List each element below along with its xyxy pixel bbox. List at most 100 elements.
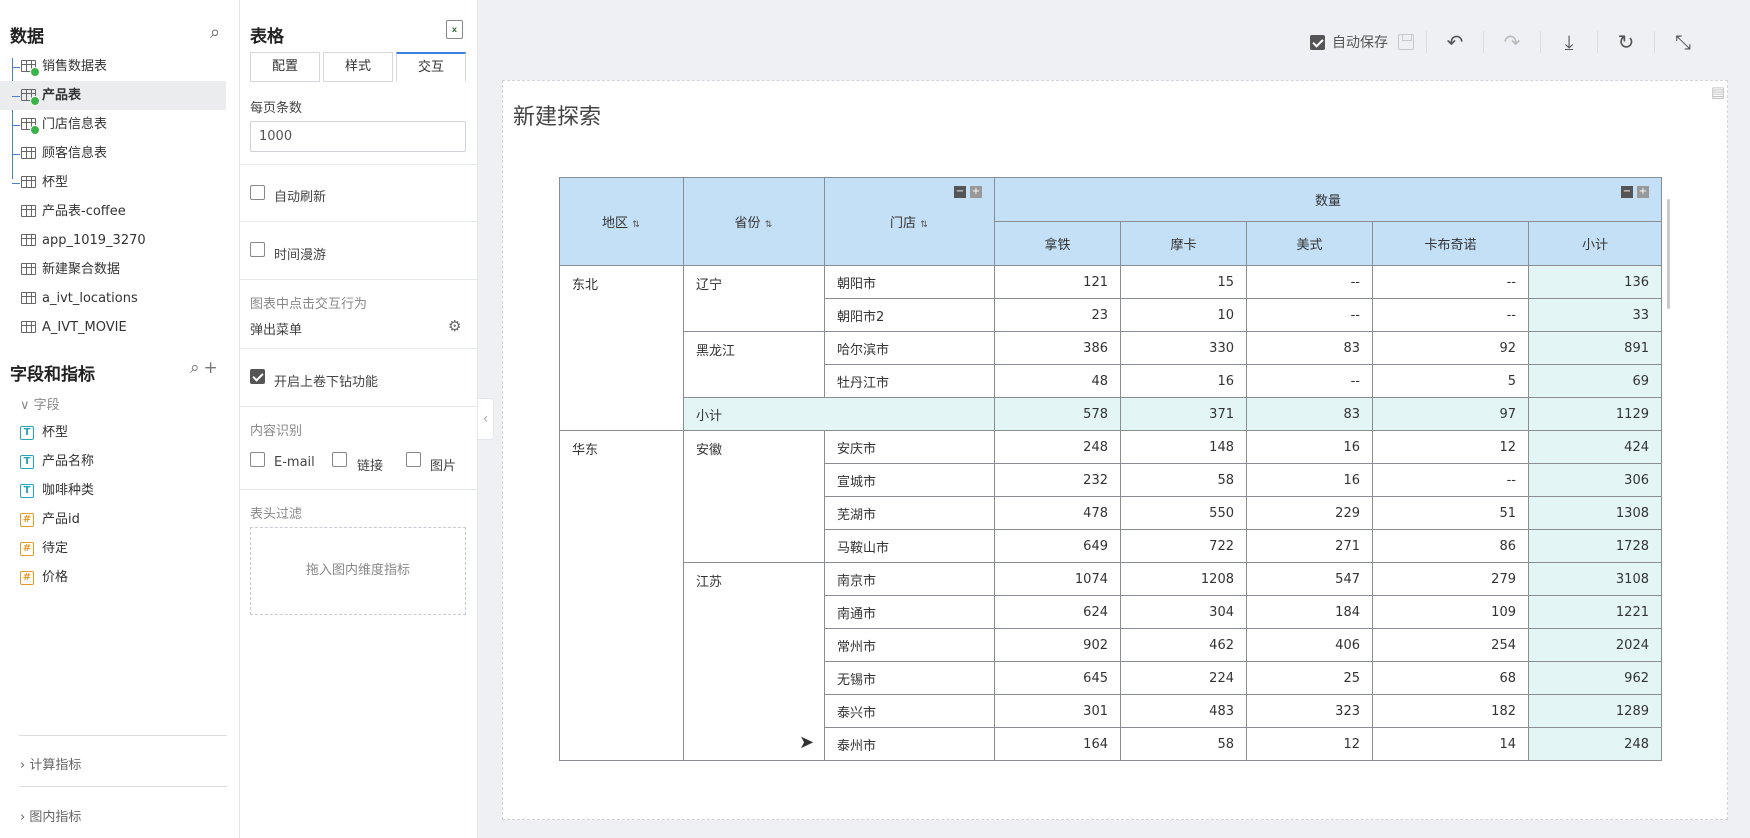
value-cell[interactable]: 16 bbox=[1246, 463, 1373, 497]
header-quantity[interactable]: − + 数量 bbox=[994, 177, 1662, 222]
value-cell[interactable]: 371 bbox=[1120, 397, 1247, 431]
value-cell[interactable]: 722 bbox=[1120, 529, 1247, 563]
value-cell[interactable]: 12 bbox=[1246, 727, 1373, 761]
image-checkbox[interactable] bbox=[406, 452, 421, 467]
store-cell[interactable]: 朝阳市 bbox=[824, 265, 995, 299]
filter-dropzone[interactable]: 拖入图内维度指标 bbox=[250, 527, 466, 615]
value-cell[interactable]: 69 bbox=[1528, 364, 1662, 398]
value-cell[interactable]: 224 bbox=[1120, 661, 1247, 695]
province-cell[interactable]: 安徽 bbox=[683, 430, 825, 563]
value-cell[interactable]: 83 bbox=[1246, 331, 1373, 365]
value-cell[interactable]: 58 bbox=[1120, 463, 1247, 497]
value-cell[interactable]: 2024 bbox=[1528, 628, 1662, 662]
store-cell[interactable]: 芜湖市 bbox=[824, 496, 995, 530]
time-roam-checkbox[interactable] bbox=[250, 242, 265, 257]
calc-metrics-toggle[interactable]: › 计算指标 bbox=[20, 754, 81, 773]
value-cell[interactable]: 109 bbox=[1372, 595, 1529, 629]
value-cell[interactable]: 304 bbox=[1120, 595, 1247, 629]
value-cell[interactable]: 386 bbox=[994, 331, 1121, 365]
value-cell[interactable]: 891 bbox=[1528, 331, 1662, 365]
field-item[interactable]: T 产品名称 bbox=[20, 451, 94, 473]
header-region[interactable]: 地区 ⇅ bbox=[559, 177, 684, 266]
province-cell[interactable]: 江苏 bbox=[683, 562, 825, 761]
click-behavior-value[interactable]: 弹出菜单 bbox=[250, 319, 302, 338]
tab-config[interactable]: 配置 bbox=[250, 52, 320, 82]
store-cell[interactable]: 无锡市 bbox=[824, 661, 995, 695]
tab-interaction[interactable]: 交互 bbox=[396, 52, 466, 82]
chart-type-icon[interactable]: ▤ bbox=[1691, 83, 1725, 111]
value-cell[interactable]: 962 bbox=[1528, 661, 1662, 695]
expand-all-icon[interactable]: + bbox=[1637, 186, 1649, 198]
store-cell[interactable]: 南京市 bbox=[824, 562, 995, 596]
value-cell[interactable]: -- bbox=[1246, 298, 1373, 332]
header-province[interactable]: 省份 ⇅ bbox=[683, 177, 825, 266]
field-item[interactable]: T 杯型 bbox=[20, 422, 68, 444]
value-cell[interactable]: 306 bbox=[1528, 463, 1662, 497]
value-cell[interactable]: 15 bbox=[1120, 265, 1247, 299]
store-cell[interactable]: 常州市 bbox=[824, 628, 995, 662]
value-cell[interactable]: 248 bbox=[994, 430, 1121, 464]
value-cell[interactable]: 279 bbox=[1372, 562, 1529, 596]
province-cell[interactable]: 辽宁 bbox=[683, 265, 825, 332]
store-cell[interactable]: 马鞍山市 bbox=[824, 529, 995, 563]
value-cell[interactable]: 68 bbox=[1372, 661, 1529, 695]
excel-icon[interactable]: x bbox=[446, 20, 463, 39]
header-store[interactable]: − + 门店 ⇅ bbox=[824, 177, 995, 266]
value-cell[interactable]: 330 bbox=[1120, 331, 1247, 365]
header-americano[interactable]: 美式 bbox=[1246, 221, 1373, 266]
value-cell[interactable]: 1221 bbox=[1528, 595, 1662, 629]
value-cell[interactable]: 86 bbox=[1372, 529, 1529, 563]
sort-icon[interactable]: ⇅ bbox=[919, 220, 929, 230]
value-cell[interactable]: 1129 bbox=[1528, 397, 1662, 431]
field-group-toggle[interactable]: ∨ 字段 bbox=[20, 394, 60, 413]
gear-icon[interactable]: ⚙ bbox=[448, 317, 461, 335]
dataset-item[interactable]: 产品表 bbox=[0, 81, 226, 110]
dataset-item[interactable]: 销售数据表 bbox=[0, 52, 240, 81]
store-cell[interactable]: 哈尔滨市 bbox=[824, 331, 995, 365]
redo-icon[interactable]: ↷ bbox=[1496, 30, 1528, 54]
search-icon[interactable]: ⌕ bbox=[190, 358, 204, 378]
sort-icon[interactable]: ⇅ bbox=[631, 220, 641, 230]
value-cell[interactable]: 649 bbox=[994, 529, 1121, 563]
value-cell[interactable]: 406 bbox=[1246, 628, 1373, 662]
header-latte[interactable]: 拿铁 bbox=[994, 221, 1121, 266]
dataset-item[interactable]: a_ivt_locations bbox=[0, 284, 240, 313]
collapse-all-icon[interactable]: − bbox=[954, 186, 966, 198]
chart-metrics-toggle[interactable]: › 图内指标 bbox=[20, 806, 81, 825]
tab-style[interactable]: 样式 bbox=[323, 52, 393, 82]
value-cell[interactable]: 121 bbox=[994, 265, 1121, 299]
value-cell[interactable]: 136 bbox=[1528, 265, 1662, 299]
value-cell[interactable]: 16 bbox=[1120, 364, 1247, 398]
store-cell[interactable]: 牡丹江市 bbox=[824, 364, 995, 398]
province-cell[interactable]: 黑龙江 bbox=[683, 331, 825, 398]
value-cell[interactable]: 301 bbox=[994, 694, 1121, 728]
value-cell[interactable]: 229 bbox=[1246, 496, 1373, 530]
field-item[interactable]: T 咖啡种类 bbox=[20, 480, 94, 502]
value-cell[interactable]: 182 bbox=[1372, 694, 1529, 728]
value-cell[interactable]: 424 bbox=[1528, 430, 1662, 464]
value-cell[interactable]: 645 bbox=[994, 661, 1121, 695]
store-cell[interactable]: 宣城市 bbox=[824, 463, 995, 497]
value-cell[interactable]: 323 bbox=[1246, 694, 1373, 728]
value-cell[interactable]: 483 bbox=[1120, 694, 1247, 728]
collapse-icon[interactable]: ⤡ bbox=[1667, 30, 1699, 54]
value-cell[interactable]: 97 bbox=[1372, 397, 1529, 431]
value-cell[interactable]: 23 bbox=[994, 298, 1121, 332]
value-cell[interactable]: 271 bbox=[1246, 529, 1373, 563]
vertical-scrollbar[interactable] bbox=[1667, 199, 1670, 309]
value-cell[interactable]: 58 bbox=[1120, 727, 1247, 761]
save-icon[interactable] bbox=[1398, 34, 1414, 50]
auto-refresh-checkbox[interactable] bbox=[250, 185, 265, 200]
value-cell[interactable]: 232 bbox=[994, 463, 1121, 497]
page-size-input[interactable] bbox=[250, 121, 466, 152]
value-cell[interactable]: 1074 bbox=[994, 562, 1121, 596]
value-cell[interactable]: 14 bbox=[1372, 727, 1529, 761]
value-cell[interactable]: 164 bbox=[994, 727, 1121, 761]
header-mocha[interactable]: 摩卡 bbox=[1120, 221, 1247, 266]
dataset-item[interactable]: 产品表-coffee bbox=[0, 197, 240, 226]
field-item[interactable]: # 产品id bbox=[20, 509, 80, 531]
store-cell[interactable]: 朝阳市2 bbox=[824, 298, 995, 332]
value-cell[interactable]: 92 bbox=[1372, 331, 1529, 365]
value-cell[interactable]: 1728 bbox=[1528, 529, 1662, 563]
collapse-all-icon[interactable]: − bbox=[1621, 186, 1633, 198]
